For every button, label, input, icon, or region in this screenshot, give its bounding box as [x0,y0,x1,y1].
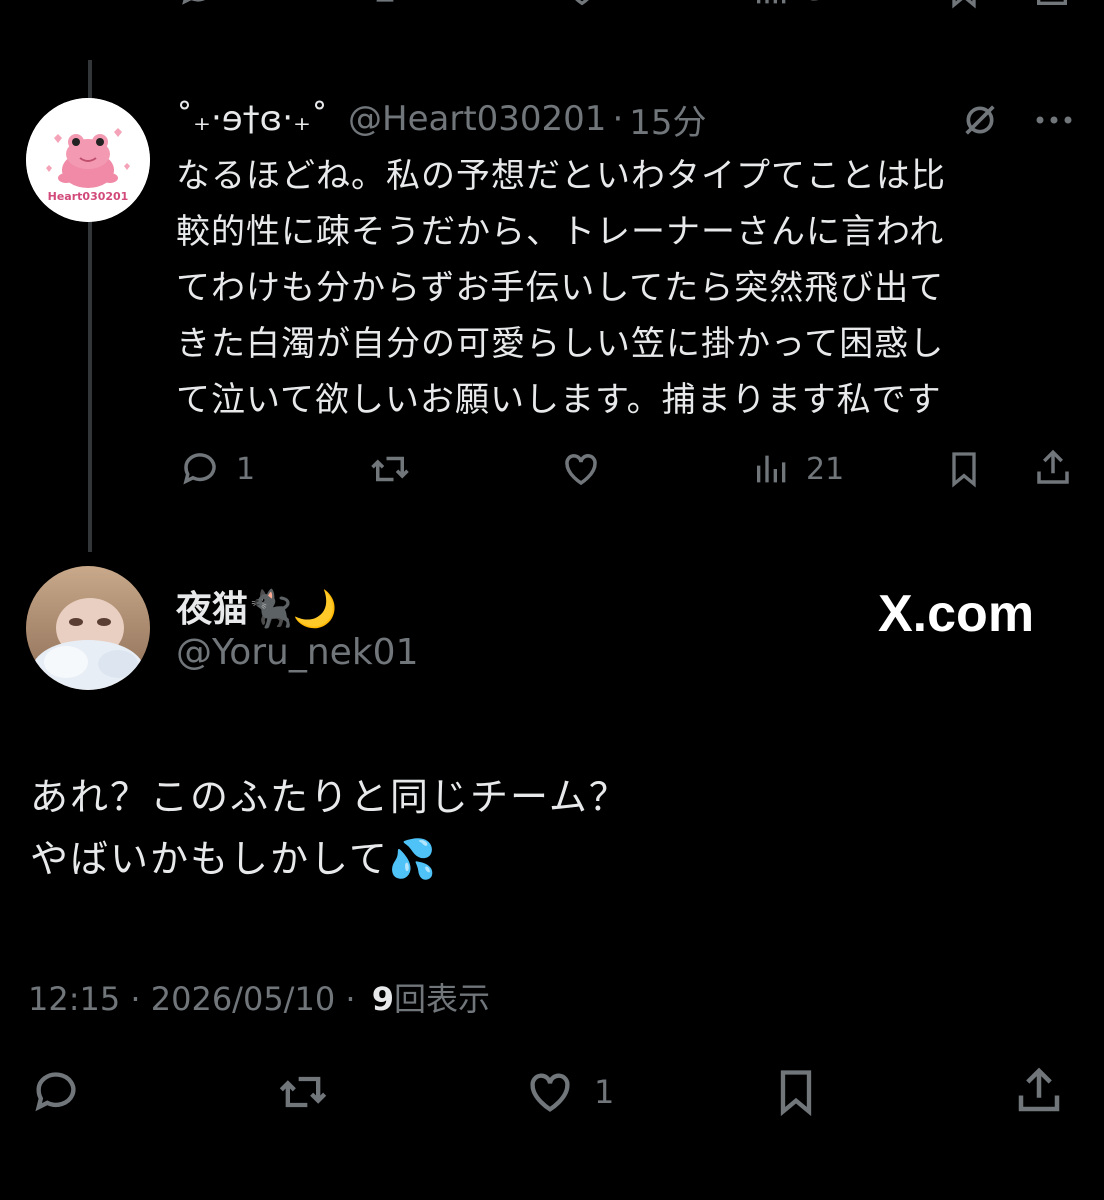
reply-views-count: 21 [806,451,845,487]
prev-reply-count: 1 [232,0,251,8]
profile-photo-image [26,566,150,690]
frog-avatar-image [26,98,150,222]
reply-text-line: てわけも分からずお手伝いしてたら突然飛び出て [176,268,945,308]
main-retweet-button[interactable] [272,1066,334,1118]
main-reply-button[interactable] [28,1066,84,1118]
reply-share-button[interactable] [1032,446,1074,490]
prev-like-button[interactable]: 1 [560,0,637,10]
main-like-button[interactable]: 1 [520,1066,614,1118]
prev-retweet-button[interactable] [368,0,412,10]
grok-icon[interactable] [960,100,1000,144]
retweet-icon [272,1066,334,1118]
reply-icon [178,0,218,10]
retweet-icon [368,0,412,10]
share-icon [1032,446,1074,490]
main-share-button[interactable] [1012,1062,1066,1120]
prev-reply-button[interactable]: 1 [178,0,251,10]
main-tweet-text: あれ？このふたりと同じチーム？ やばいかもしかして💦 [30,766,629,890]
reply-retweet-button[interactable] [364,448,416,490]
retweet-icon [364,448,416,490]
prev-views-count: 31 [806,0,844,8]
views-icon [752,448,792,490]
prev-views-button[interactable]: 31 [752,0,844,10]
main-like-count: 1 [594,1073,615,1111]
share-icon [1012,1062,1066,1120]
reply-author-name[interactable]: ˚₊‧ɘ†ɞ‧₊˚ [176,99,328,139]
views-icon [752,0,792,10]
reply-text-line: 較的性に疎そうだから、トレーナーさんに言われ [176,212,945,252]
reply-icon [28,1066,84,1118]
main-author-avatar[interactable] [26,566,150,690]
reply-author-avatar[interactable]: Heart030201 [26,98,150,222]
tweet-timestamp[interactable]: 12:15 · 2026/05/10 · [28,980,356,1018]
heart-icon [520,1066,580,1118]
bookmark-icon [944,448,984,490]
heart-icon [556,448,606,490]
header-separator: · [612,99,624,139]
reply-reply-button[interactable]: 1 [178,448,255,490]
heart-icon [560,0,604,10]
share-icon [1032,0,1072,10]
reply-text-line: なるほどね。私の予想だといわタイプてことは比 [176,156,946,196]
reply-views-button[interactable]: 21 [752,448,844,490]
tweet-metadata: 12:15 · 2026/05/10 · 9回表示 [28,974,490,1020]
views-number: 9 [371,980,394,1018]
main-text-line: やばいかもしかして💦 [30,837,439,881]
prev-bookmark-button[interactable] [944,0,984,10]
main-author-name[interactable]: 夜猫🐈‍⬛🌙 [176,580,338,632]
reply-tweet-header: ˚₊‧ɘ†ɞ‧₊˚ @Heart030201 · 15分 [176,95,707,144]
bookmark-icon [770,1064,822,1120]
reply-bookmark-button[interactable] [944,448,984,490]
reply-tweet-text: なるほどね。私の予想だといわタイプてことは比 較的性に疎そうだから、トレーナーさ… [176,148,1076,428]
reply-time[interactable]: 15分 [629,95,706,144]
reply-icon [178,448,222,490]
views-label[interactable]: 回表示 [394,980,490,1018]
reply-author-handle[interactable]: @Heart030201 [348,99,606,139]
previous-tweet-action-bar: 1 1 31 [0,0,1104,30]
prev-share-button[interactable] [1032,0,1072,10]
main-author-handle[interactable]: @Yoru_nek01 [176,632,418,673]
reply-reply-count: 1 [236,451,256,487]
avatar-label: Heart030201 [47,190,129,203]
reply-like-button[interactable] [556,448,606,490]
prev-like-count: 1 [618,0,637,8]
main-text-line: あれ？このふたりと同じチーム？ [30,775,629,819]
bookmark-icon [944,0,984,10]
more-options-icon[interactable] [1032,100,1076,144]
main-bookmark-button[interactable] [770,1064,822,1120]
reply-text-line: きた白濁が自分の可愛らしい笠に掛かって困惑し [176,324,945,364]
reply-text-line: て泣いて欲しいお願いします。捕まります私です [176,380,942,420]
x-com-watermark: X.com [878,585,1035,643]
